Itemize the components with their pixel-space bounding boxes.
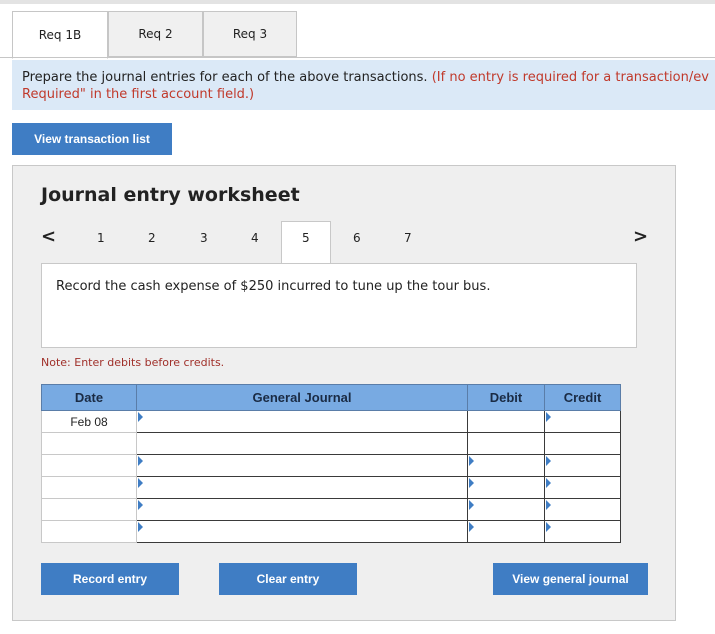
transaction-description: Record the cash expense of $250 incurred… xyxy=(41,263,637,348)
step-4[interactable]: 4 xyxy=(251,231,259,245)
debit-input[interactable] xyxy=(467,410,545,433)
date-cell xyxy=(41,454,137,477)
clear-entry-button[interactable]: Clear entry xyxy=(219,563,357,595)
instructions-text: Prepare the journal entries for each of … xyxy=(22,70,428,85)
debit-input[interactable] xyxy=(467,476,545,499)
tab-req-2[interactable]: Req 2 xyxy=(108,11,203,57)
debit-input[interactable] xyxy=(467,454,545,477)
step-5[interactable]: 5 xyxy=(302,231,310,245)
date-cell xyxy=(41,498,137,521)
table-row xyxy=(41,520,621,543)
account-input[interactable] xyxy=(136,476,468,499)
column-header-debit: Debit xyxy=(467,384,545,411)
step-2[interactable]: 2 xyxy=(148,231,156,245)
date-cell: Feb 08 xyxy=(41,410,137,433)
debit-input[interactable] xyxy=(467,520,545,543)
credit-input[interactable] xyxy=(544,476,621,499)
instructions-box: Prepare the journal entries for each of … xyxy=(12,60,715,110)
tab-label: Req 2 xyxy=(138,27,173,41)
date-cell xyxy=(41,432,137,455)
step-1[interactable]: 1 xyxy=(97,231,105,245)
worksheet-title: Journal entry worksheet xyxy=(41,184,300,206)
account-input[interactable] xyxy=(136,454,468,477)
prev-arrow-icon[interactable]: < xyxy=(41,226,56,247)
account-input[interactable] xyxy=(136,432,468,455)
step-6[interactable]: 6 xyxy=(353,231,361,245)
account-input[interactable] xyxy=(136,498,468,521)
step-7[interactable]: 7 xyxy=(404,231,412,245)
account-input[interactable] xyxy=(136,520,468,543)
view-general-journal-button[interactable]: View general journal xyxy=(493,563,648,595)
journal-table: Date General Journal Debit Credit Feb 08 xyxy=(41,384,621,543)
tab-req-3[interactable]: Req 3 xyxy=(203,11,297,57)
column-header-credit: Credit xyxy=(544,384,621,411)
tab-label: Req 1B xyxy=(38,28,82,42)
view-transaction-list-button[interactable]: View transaction list xyxy=(12,123,172,155)
tab-req-1b[interactable]: Req 1B xyxy=(12,11,108,59)
record-entry-button[interactable]: Record entry xyxy=(41,563,179,595)
credit-input[interactable] xyxy=(544,410,621,433)
journal-worksheet-panel: Journal entry worksheet < 1 2 3 4 5 6 7 … xyxy=(12,165,676,621)
debit-input[interactable] xyxy=(467,498,545,521)
debit-credit-note: Note: Enter debits before credits. xyxy=(41,356,225,369)
table-row xyxy=(41,476,621,499)
table-row xyxy=(41,454,621,477)
column-header-account: General Journal xyxy=(136,384,468,411)
credit-input[interactable] xyxy=(544,520,621,543)
date-cell xyxy=(41,476,137,499)
tab-label: Req 3 xyxy=(232,27,268,41)
credit-input[interactable] xyxy=(544,454,621,477)
next-arrow-icon[interactable]: > xyxy=(633,226,648,247)
account-input[interactable] xyxy=(136,410,468,433)
step-3[interactable]: 3 xyxy=(200,231,208,245)
credit-input[interactable] xyxy=(544,432,621,455)
instructions-note: (If no entry is required for a transacti… xyxy=(431,70,709,85)
credit-input[interactable] xyxy=(544,498,621,521)
date-cell xyxy=(41,520,137,543)
table-row xyxy=(41,498,621,521)
instructions-note-cont: Required" in the first account field.) xyxy=(22,87,255,102)
table-row: Feb 08 xyxy=(41,410,621,433)
table-row xyxy=(41,432,621,455)
tab-divider xyxy=(0,57,715,58)
column-header-date: Date xyxy=(41,384,137,411)
debit-input[interactable] xyxy=(467,432,545,455)
top-border xyxy=(0,0,715,4)
